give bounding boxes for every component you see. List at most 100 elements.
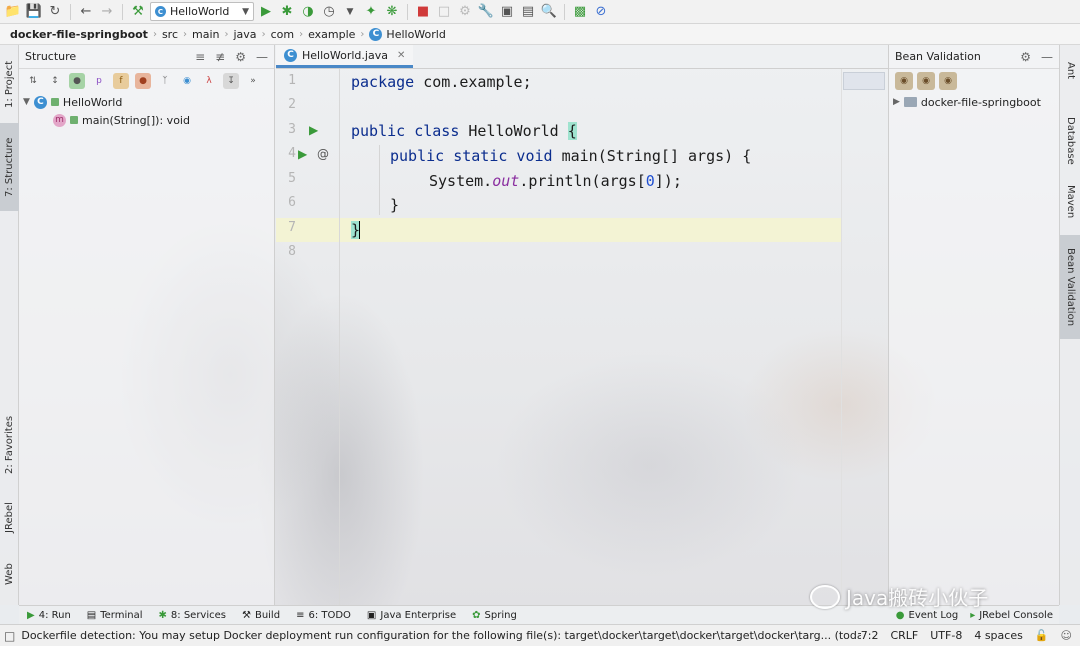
tab-jrebel-console[interactable]: ▸ JRebel Console (970, 610, 1053, 621)
code-editor[interactable]: package com.example; public class HelloW… (341, 69, 841, 605)
tab-project[interactable]: 1: Project (0, 49, 19, 119)
line-number: 1 (288, 73, 296, 88)
bean-validation-header: Bean Validation ⚙ — (889, 45, 1059, 69)
toolbar-separator (407, 3, 408, 20)
breadcrumb-main[interactable]: main › (192, 28, 233, 41)
tab-build[interactable]: ⚒ Build (242, 610, 280, 621)
tab-helloworld-java[interactable]: C HelloWorld.java ✕ (276, 45, 414, 68)
forward-icon[interactable]: → (98, 3, 116, 21)
tree-node-class[interactable]: ▼ C HelloWorld (19, 93, 274, 111)
editor-tab-label: HelloWorld.java (302, 48, 388, 62)
expand-all-icon[interactable]: ≡ (195, 50, 205, 64)
show-properties-icon[interactable]: p (91, 73, 107, 89)
more-icon[interactable]: » (245, 73, 261, 89)
show-inherited-icon[interactable]: ● (69, 73, 85, 89)
tab-java-enterprise[interactable]: ▣ Java Enterprise (367, 610, 456, 621)
line-separator[interactable]: CRLF (890, 629, 918, 642)
bean-validator-icon[interactable]: ◉ (939, 72, 957, 90)
jrebel-debug-icon[interactable]: ❋ (383, 3, 401, 21)
sort-visibility-icon[interactable]: ↕ (47, 73, 63, 89)
breadcrumb-project[interactable]: docker-file-springboot › (10, 28, 162, 41)
tab-todo[interactable]: ≡ 6: TODO (296, 610, 351, 621)
collapse-all-icon[interactable]: ≢ (215, 50, 225, 64)
tab-spring[interactable]: ✿ Spring (472, 610, 517, 621)
coverage-icon[interactable]: ◑ (299, 3, 317, 21)
toolbar-separator (564, 3, 565, 20)
gear-icon[interactable]: ⚙ (1020, 50, 1031, 64)
indent-setting[interactable]: 4 spaces (974, 629, 1023, 642)
hammer-icon: ⚒ (241, 609, 251, 621)
frame-icon[interactable]: ▣ (498, 3, 516, 21)
breadcrumb-helloworld[interactable]: C HelloWorld (369, 27, 446, 41)
tab-event-log[interactable]: ● Event Log (896, 610, 958, 621)
back-icon[interactable]: ← (77, 3, 95, 21)
annotation-at-icon[interactable]: @ (317, 147, 329, 161)
tab-terminal[interactable]: ▤ Terminal (87, 610, 143, 621)
jrebel-run-icon[interactable]: ✦ (362, 3, 380, 21)
build-hammer-icon[interactable]: ⚒ (129, 3, 147, 21)
close-icon[interactable]: ✕ (397, 50, 405, 61)
breadcrumb-com[interactable]: com › (271, 28, 309, 41)
terminal-icon[interactable]: ▤ (519, 3, 537, 21)
lambda-icon[interactable]: λ (201, 73, 217, 89)
chevron-right-icon[interactable]: ▶ (893, 97, 900, 107)
sort-alpha-icon[interactable]: ⇅ (25, 73, 41, 89)
wrench-icon[interactable]: 🔧 (477, 3, 495, 21)
tab-web[interactable]: Web (0, 553, 19, 595)
tab-database[interactable]: Database (1060, 111, 1080, 171)
lock-icon[interactable]: 🔓 (1035, 629, 1049, 642)
run-icon[interactable]: ▶ (257, 3, 275, 21)
tree-node-method[interactable]: m main(String[]): void (19, 111, 274, 129)
chevron-down-icon[interactable]: ▼ (23, 97, 30, 107)
inspector-icon[interactable]: ☺ (1061, 629, 1072, 642)
debug-icon[interactable]: ✱ (278, 3, 296, 21)
search-icon[interactable]: 🔍 (540, 3, 558, 21)
show-lambdas-icon[interactable]: ᛉ (157, 73, 173, 89)
breadcrumb-java[interactable]: java › (234, 28, 271, 41)
layout-icon[interactable]: □ (435, 3, 453, 21)
open-icon[interactable]: 📁 (4, 3, 22, 21)
tab-bean-validation[interactable]: Bean Validation (1060, 235, 1080, 339)
minimize-icon[interactable]: — (256, 50, 268, 64)
save-icon[interactable]: 💾 (25, 3, 43, 21)
tab-structure[interactable]: 7: Structure (0, 123, 19, 211)
method-icon: m (53, 113, 66, 127)
tab-services[interactable]: ✱ 8: Services (159, 610, 226, 621)
gear-icon[interactable]: ⚙ (235, 50, 246, 64)
monitor-icon[interactable]: ▩ (571, 3, 589, 21)
breadcrumb-src[interactable]: src › (162, 28, 192, 41)
run-configuration-select[interactable]: C HelloWorld ▼ (150, 2, 254, 21)
tab-maven[interactable]: Maven (1060, 175, 1080, 229)
bean-validation-panel: Bean Validation ⚙ — ◉ ◉ ◉ ▶ docker-file-… (888, 45, 1059, 605)
right-tool-stripe: Ant Database Maven Bean Validation (1059, 45, 1080, 605)
caret-position[interactable]: 7:2 (861, 629, 879, 642)
tab-favorites[interactable]: 2: Favorites (0, 405, 19, 485)
anonymous-classes-icon[interactable]: ◉ (179, 73, 195, 89)
show-fields-icon[interactable]: f (113, 73, 129, 89)
bean-tree-project[interactable]: ▶ docker-file-springboot (889, 93, 1059, 111)
bean-icon[interactable]: ◉ (895, 72, 913, 90)
settings-icon[interactable]: ⚙ (456, 3, 474, 21)
bean-constraint-icon[interactable]: ◉ (917, 72, 935, 90)
sync-icon[interactable]: ↻ (46, 3, 64, 21)
run-class-icon[interactable]: ▶ (309, 123, 318, 137)
autoscroll-icon[interactable]: ↧ (223, 73, 239, 89)
line-number: 8 (288, 244, 296, 259)
file-encoding[interactable]: UTF-8 (930, 629, 962, 642)
code-minimap[interactable] (843, 72, 885, 90)
block-icon[interactable]: ⊘ (592, 3, 610, 21)
minimize-icon[interactable]: — (1041, 50, 1053, 64)
breadcrumb: docker-file-springboot › src › main › java ›… (0, 24, 1080, 45)
tool-windows-icon[interactable]: □ (4, 629, 15, 643)
tab-jrebel[interactable]: JRebel (0, 493, 19, 543)
attach-icon[interactable]: ▼ (341, 3, 359, 21)
show-nonpublic-icon[interactable]: ● (135, 73, 151, 89)
breadcrumb-example[interactable]: example › (308, 28, 369, 41)
run-main-icon[interactable]: ▶ (298, 147, 307, 161)
editor-gutter[interactable]: 1 2 3 4 5 6 7 8 ▶ ▶ @ (276, 69, 340, 605)
tab-run[interactable]: ▶ 4: Run (27, 610, 71, 621)
profile-icon[interactable]: ◷ (320, 3, 338, 21)
status-message[interactable]: Dockerfile detection: You may setup Dock… (21, 629, 860, 642)
stop-icon[interactable]: ■ (414, 3, 432, 21)
tab-ant[interactable]: Ant (1060, 51, 1080, 91)
